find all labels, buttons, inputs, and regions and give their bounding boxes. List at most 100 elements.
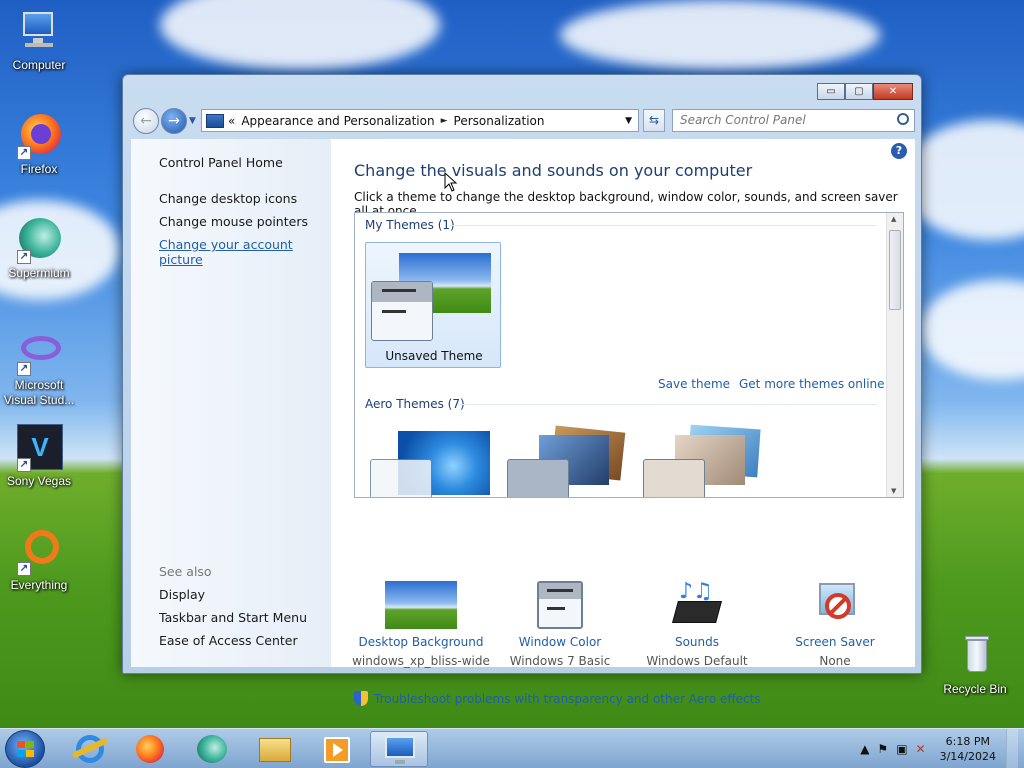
- taskbar-media-player[interactable]: [309, 731, 363, 767]
- theme-unsaved[interactable]: Unsaved Theme: [365, 242, 501, 368]
- get-more-themes-link[interactable]: Get more themes online: [739, 377, 885, 391]
- minimize-button[interactable]: ▭: [817, 83, 845, 100]
- maximize-button[interactable]: ▢: [845, 83, 873, 100]
- desktop-background-icon: [385, 581, 457, 629]
- forward-arrow-icon: →: [168, 113, 180, 129]
- desktop-icon-sony-vegas[interactable]: V ↗ Sony Vegas: [0, 424, 78, 489]
- screen-saver-link[interactable]: Screen Saver: [765, 635, 905, 649]
- sounds-link[interactable]: Sounds: [627, 635, 767, 649]
- ease-of-access-link[interactable]: Ease of Access Center: [159, 633, 298, 648]
- desktop-icon-label: Firefox: [20, 162, 58, 176]
- shortcut-arrow-icon: ↗: [17, 250, 31, 264]
- change-mouse-pointers-link[interactable]: Change mouse pointers: [159, 214, 308, 229]
- desktop-icon-firefox[interactable]: ↗ Firefox: [0, 112, 78, 177]
- theme-characters[interactable]: [639, 423, 775, 497]
- back-arrow-icon: ←: [140, 113, 152, 129]
- desktop-background-link[interactable]: Desktop Background: [351, 635, 491, 649]
- system-tray: ▲ ⚑ ▣ ✕ 6:18 PM 3/14/2024: [852, 729, 1018, 768]
- search-icon[interactable]: [897, 113, 909, 125]
- display-link[interactable]: Display: [159, 587, 205, 602]
- save-theme-link[interactable]: Save theme: [658, 377, 730, 391]
- change-desktop-icons-link[interactable]: Change desktop icons: [159, 191, 297, 206]
- desktop-icon-supermium[interactable]: ↗ Supermium: [0, 216, 78, 281]
- desktop-icon-visual-studio[interactable]: ↗ Microsoft Visual Stud...: [0, 328, 78, 408]
- taskbar-personalization[interactable]: [370, 731, 428, 767]
- cloud: [560, 0, 880, 70]
- window-color-setting[interactable]: Window Color Windows 7 Basic: [490, 581, 630, 668]
- troubleshoot-link[interactable]: Troubleshoot problems with transparency …: [354, 691, 761, 706]
- breadcrumb-personalization[interactable]: Personalization: [454, 114, 545, 128]
- action-center-flag-icon[interactable]: ⚑: [877, 742, 888, 756]
- search-input[interactable]: Search Control Panel: [672, 109, 915, 132]
- theme-window-preview: [507, 459, 569, 497]
- caption-buttons: ▭ ▢ ✕: [817, 83, 913, 100]
- back-button[interactable]: ←: [133, 108, 159, 134]
- clock[interactable]: 6:18 PM 3/14/2024: [940, 734, 996, 764]
- control-panel-icon: [206, 113, 224, 128]
- desktop-background-value: windows_xp_bliss-wide: [352, 654, 490, 668]
- forward-button[interactable]: →: [161, 108, 187, 134]
- taskbar-windows-explorer[interactable]: [248, 731, 302, 767]
- theme-architecture[interactable]: [503, 423, 639, 497]
- themes-scrollbar[interactable]: ▲ ▼: [886, 213, 903, 497]
- window-color-icon: [537, 581, 583, 629]
- group-divider: [458, 404, 877, 405]
- supermium-icon: ↗: [15, 216, 63, 264]
- address-overflow[interactable]: «: [228, 114, 235, 128]
- show-hidden-icons-icon[interactable]: ▲: [860, 742, 869, 756]
- refresh-button[interactable]: ⇆: [643, 109, 665, 132]
- theme-windows-7[interactable]: [365, 423, 501, 497]
- taskbar-firefox[interactable]: [123, 731, 177, 767]
- sounds-icon: ♪♫: [661, 579, 733, 629]
- scroll-up-icon[interactable]: ▲: [891, 215, 896, 223]
- shortcut-arrow-icon: ↗: [17, 362, 31, 376]
- breadcrumb-separator-icon[interactable]: ►: [441, 116, 448, 126]
- everything-icon: ↗: [15, 528, 63, 576]
- desktop-background-setting[interactable]: Desktop Background windows_xp_bliss-wide: [351, 581, 491, 668]
- desktop-icon-label: Supermium: [8, 266, 70, 280]
- screen-saver-value: None: [819, 654, 851, 668]
- window-color-value: Windows 7 Basic: [509, 654, 611, 668]
- my-themes-header: My Themes (1): [365, 218, 455, 232]
- window-color-link[interactable]: Window Color: [490, 635, 630, 649]
- show-desktop-button[interactable]: [1006, 729, 1018, 768]
- troubleshoot-label: Troubleshoot problems with transparency …: [374, 691, 761, 706]
- close-button[interactable]: ✕: [873, 83, 913, 100]
- visual-studio-icon: ↗: [15, 328, 63, 376]
- theme-name: Unsaved Theme: [385, 349, 483, 363]
- shortcut-arrow-icon: ↗: [17, 146, 31, 160]
- control-panel-home-link[interactable]: Control Panel Home: [159, 155, 283, 170]
- address-dropdown-icon[interactable]: ▼: [625, 116, 632, 126]
- scroll-down-icon[interactable]: ▼: [891, 487, 896, 495]
- themes-list[interactable]: My Themes (1) Unsaved Theme Save theme G…: [354, 212, 904, 498]
- navigation-bar: ← → ▼ « Appearance and Personalization ►…: [131, 107, 915, 135]
- sony-vegas-icon: V ↗: [15, 424, 63, 472]
- refresh-icon: ⇆: [648, 113, 660, 127]
- volume-muted-icon[interactable]: ✕: [916, 742, 926, 756]
- group-divider: [450, 225, 877, 226]
- cloud: [160, 0, 440, 70]
- taskbar-supermium[interactable]: [185, 731, 239, 767]
- desktop-icon-label: Computer: [12, 58, 66, 72]
- desktop-icon-computer[interactable]: Computer: [0, 8, 78, 73]
- network-icon[interactable]: ▣: [896, 742, 907, 756]
- screen-saver-setting[interactable]: Screen Saver None: [765, 581, 905, 668]
- start-button[interactable]: [5, 730, 45, 768]
- help-icon[interactable]: ?: [891, 143, 907, 159]
- breadcrumb-appearance[interactable]: Appearance and Personalization: [241, 114, 434, 128]
- scrollbar-thumb[interactable]: [889, 230, 901, 310]
- firefox-icon: ↗: [15, 112, 63, 160]
- screen-saver-icon: [799, 581, 871, 629]
- taskbar-start-menu-link[interactable]: Taskbar and Start Menu: [159, 610, 307, 625]
- taskbar-internet-explorer[interactable]: [63, 731, 117, 767]
- address-bar[interactable]: « Appearance and Personalization ► Perso…: [201, 109, 639, 132]
- desktop-icon-everything[interactable]: ↗ Everything: [0, 528, 78, 593]
- search-placeholder: Search Control Panel: [680, 113, 806, 127]
- left-pane: Control Panel Home Change desktop icons …: [131, 139, 331, 667]
- sounds-setting[interactable]: ♪♫ Sounds Windows Default: [627, 579, 767, 668]
- main-pane: ? Change the visuals and sounds on your …: [331, 139, 915, 706]
- change-account-picture-link[interactable]: Change your account picture: [159, 237, 331, 267]
- recent-pages-dropdown[interactable]: ▼: [189, 116, 196, 126]
- desktop-icon-recycle-bin[interactable]: Recycle Bin: [936, 632, 1014, 697]
- cloud: [920, 280, 1024, 380]
